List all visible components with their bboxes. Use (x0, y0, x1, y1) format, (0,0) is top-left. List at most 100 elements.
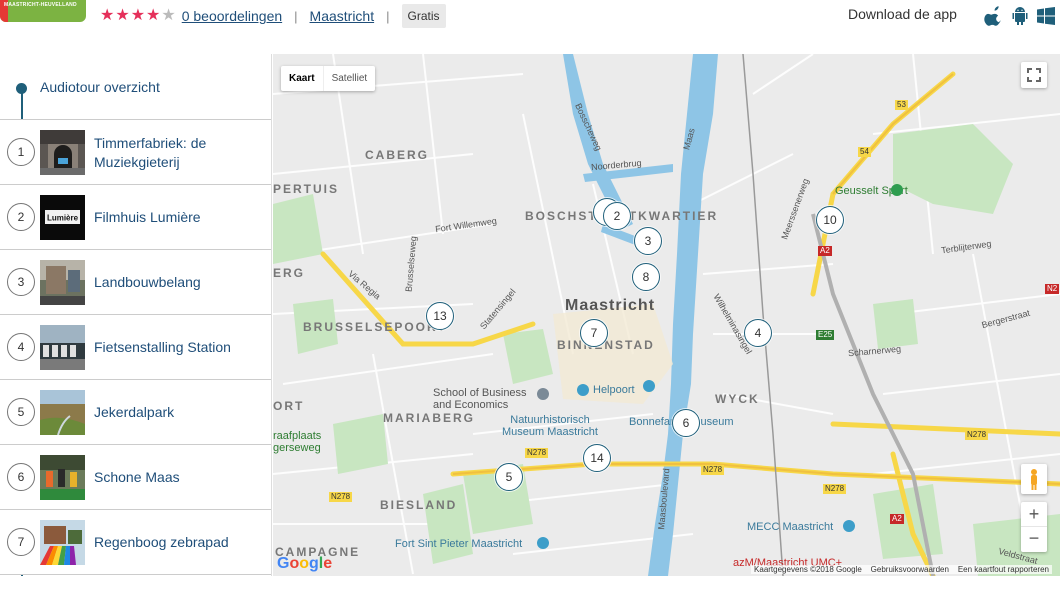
stop-number: 6 (7, 463, 35, 491)
area-label-erg: ERG (273, 266, 306, 280)
fullscreen-button[interactable] (1021, 62, 1047, 88)
poi-label-natuurhistorisch: Natuurhistorisch Museum Maastricht (502, 414, 598, 438)
venue-icon (843, 520, 855, 532)
area-label-brusselsepoort: BRUSSELSEPOORT (303, 320, 448, 334)
area-label-ort: ORT (273, 399, 305, 413)
map-marker-7[interactable]: 7 (580, 319, 608, 347)
download-app-label: Download de app (848, 6, 957, 22)
stop-thumbnail (40, 260, 85, 305)
thumb-lumiere-text: Lumière (47, 214, 79, 223)
zoom-control: + − (1021, 502, 1047, 552)
map-marker-2[interactable]: 2 (603, 202, 631, 230)
map-marker-4[interactable]: 4 (744, 319, 772, 347)
timeline-dot (16, 83, 27, 94)
pegman-button[interactable] (1021, 464, 1047, 494)
map-marker-8[interactable]: 8 (632, 263, 660, 291)
city-link[interactable]: Maastricht (310, 8, 375, 24)
stop-title: Schone Maas (94, 469, 180, 485)
map-marker-13[interactable]: 13 (426, 302, 454, 330)
road-shield: N278 (823, 484, 847, 494)
road-shield: N278 (525, 448, 549, 458)
stop-thumbnail (40, 325, 85, 370)
stop-thumbnail: Lumière (40, 195, 85, 240)
android-icon[interactable] (1010, 6, 1030, 26)
road-shield: N2 (1045, 284, 1060, 294)
area-label-caberg: CABERG (365, 148, 430, 162)
road-shield: 53 (895, 100, 908, 110)
fullscreen-icon (1027, 68, 1041, 82)
page-header: MAASTRICHT-HEUVELLAND ★ ★ ★ ★ ★ 0 beoord… (0, 0, 1060, 54)
map-marker-3[interactable]: 3 (634, 227, 662, 255)
road-shield: E25 (816, 330, 835, 340)
stop-number: 3 (7, 268, 35, 296)
area-label-biesland: BIESLAND (380, 498, 458, 512)
tour-stop-list: Audiotour overzicht 1 Timmerfabriek: de … (0, 54, 272, 576)
reviews-link[interactable]: 0 beoordelingen (182, 8, 282, 24)
sport-icon (891, 184, 903, 196)
poi-label-begraafplaats: raafplaats gerseweg (273, 430, 322, 454)
area-label-pertuis: PERTUIS (273, 182, 340, 196)
map-marker-6[interactable]: 6 (672, 409, 700, 437)
terms-link[interactable]: Gebruiksvoorwaarden (871, 565, 949, 574)
separator: | (386, 8, 390, 24)
poi-label-helpoort: Helpoort (593, 384, 635, 396)
zoom-out-button[interactable]: − (1021, 527, 1047, 552)
map-marker-5[interactable]: 5 (495, 463, 523, 491)
stop-item-7[interactable]: 7 Regenboog zebrapad (0, 510, 271, 575)
star-empty-icon: ★ (161, 7, 176, 24)
poi-label-fort-sint-pieter: Fort Sint Pieter Maastricht (395, 538, 523, 550)
road-shield: N278 (329, 492, 353, 502)
stop-item-6[interactable]: 6 Schone Maas (0, 445, 271, 510)
zoom-in-button[interactable]: + (1021, 502, 1047, 527)
map-footer: Kaartgegevens ©2018 Google Gebruiksvoorw… (751, 565, 1052, 574)
overview-label: Audiotour overzicht (40, 79, 160, 95)
landmark-icon (537, 537, 549, 549)
report-error-link[interactable]: Een kaartfout rapporteren (958, 565, 1049, 574)
google-logo[interactable]: Google (277, 555, 332, 573)
stop-item-5[interactable]: 5 Jekerdalpark (0, 380, 271, 445)
museum-icon (643, 380, 655, 392)
star-icon: ★ (130, 7, 146, 24)
stop-title: Timmerfabriek: de Muziekgieterij (94, 134, 207, 170)
map-type-satelliet[interactable]: Satelliet (322, 66, 376, 91)
stop-item-3[interactable]: 3 Landbouwbelang (0, 250, 271, 315)
road-shield: N278 (965, 430, 989, 440)
rating-bar: ★ ★ ★ ★ ★ 0 beoordelingen | Maastricht |… (100, 4, 446, 28)
area-label-maastricht: Maastricht (565, 297, 656, 314)
road-shield: A2 (818, 246, 832, 256)
windows-icon[interactable] (1036, 6, 1056, 26)
school-icon (537, 388, 549, 400)
logo-text: MAASTRICHT-HEUVELLAND (4, 2, 77, 8)
road-shield: A2 (890, 514, 904, 524)
map-marker-10[interactable]: 10 (816, 206, 844, 234)
road-shield: 54 (858, 147, 871, 157)
stop-item-2[interactable]: 2 Lumière Filmhuis Lumière (0, 185, 271, 250)
star-icon: ★ (115, 7, 130, 24)
overview-item[interactable]: Audiotour overzicht (0, 54, 271, 120)
stop-thumbnail (40, 130, 85, 175)
map-type-kaart[interactable]: Kaart (281, 66, 323, 91)
stop-title: Landbouwbelang (94, 274, 201, 290)
stop-item-1[interactable]: 1 Timmerfabriek: de Muziekgieterij (0, 120, 271, 185)
stop-title: Regenboog zebrapad (94, 534, 229, 550)
stop-number: 7 (7, 528, 35, 556)
stop-item-4[interactable]: 4 Fietsenstalling Station (0, 315, 271, 380)
star-icon: ★ (100, 7, 115, 24)
area-label-wyck: WYCK (715, 392, 760, 406)
stop-thumbnail (40, 390, 85, 435)
tour-logo[interactable]: MAASTRICHT-HEUVELLAND (0, 0, 86, 22)
tour-map[interactable]: CABERG PERTUIS ERG BRUSSELSEPOORT BOSCHS… (273, 54, 1060, 576)
stop-title: Filmhuis Lumière (94, 209, 201, 225)
star-icon: ★ (146, 7, 161, 24)
stop-title: Fietsenstalling Station (94, 339, 231, 355)
poi-label-mecc: MECC Maastricht (747, 521, 834, 533)
poi-label-school: School of Business and Economics (433, 387, 527, 411)
museum-icon (577, 384, 589, 396)
map-type-toggle: Kaart Satelliet (281, 66, 376, 91)
stop-number: 4 (7, 333, 35, 361)
map-marker-14[interactable]: 14 (583, 444, 611, 472)
apple-icon[interactable] (984, 6, 1004, 26)
pegman-icon (1031, 469, 1037, 490)
road-shield: N278 (701, 465, 725, 475)
separator: | (294, 8, 298, 24)
